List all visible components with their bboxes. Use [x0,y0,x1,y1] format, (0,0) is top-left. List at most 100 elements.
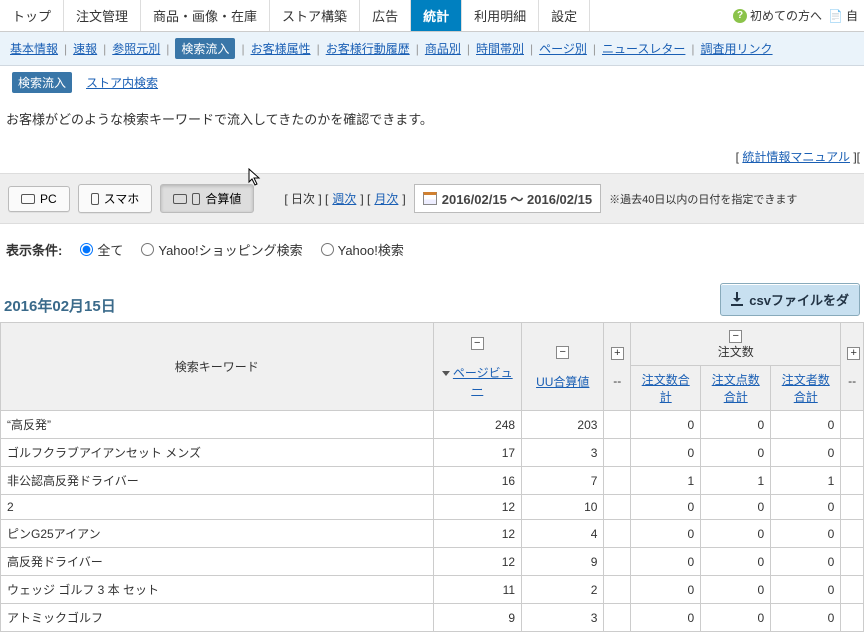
radio-all[interactable]: 全て [80,240,123,259]
cell-ord1: 0 [631,576,701,604]
subnav-item-7[interactable]: 時間帯別 [476,40,524,57]
tab-5[interactable]: 統計 [411,0,462,31]
table-row: “高反発”248203000 [1,411,864,439]
subnav-item-1[interactable]: 速報 [73,40,97,57]
tab-3[interactable]: ストア構築 [270,0,360,31]
plus-icon[interactable]: + [847,347,860,360]
top-nav: トップ注文管理商品・画像・在庫ストア構築広告統計利用明細設定 ?初めての方へ 📄… [0,0,864,32]
cell-ord3: 0 [771,520,841,548]
link-weekly[interactable]: 週次 [332,190,356,207]
cell-keyword: ピンG25アイアン [1,520,434,548]
cell-blank [604,548,631,576]
cell-ord2: 0 [701,520,771,548]
cell-pv: 12 [433,495,522,520]
table-row: 21210000 [1,495,864,520]
btn-csv-download[interactable]: csvファイルをダ [720,283,860,316]
cell-blank [841,439,864,467]
phone-icon [192,193,200,205]
cell-ord1: 0 [631,411,701,439]
cell-uu: 9 [522,548,604,576]
table-row: ウェッジ ゴルフ 3 本 セット112000 [1,576,864,604]
plus-icon[interactable]: + [611,347,624,360]
cell-ord3: 0 [771,576,841,604]
cell-pv: 248 [433,411,522,439]
cell-pv: 16 [433,467,522,495]
cell-pv: 12 [433,520,522,548]
tab-2[interactable]: 商品・画像・在庫 [141,0,270,31]
cell-keyword: ゴルフクラブアイアンセット メンズ [1,439,434,467]
minus-icon[interactable]: − [556,346,569,359]
link-monthly[interactable]: 月次 [374,190,398,207]
cell-keyword: 高反発ドライバー [1,548,434,576]
date-range-picker[interactable]: 2016/02/15 ～ 2016/02/15 [414,184,601,213]
cell-blank [841,495,864,520]
cell-pv: 17 [433,439,522,467]
th-uu[interactable]: −UU合算値 [522,323,604,411]
cell-blank [604,520,631,548]
th-order-items[interactable]: 注文点数合計 [701,366,771,411]
th-pageview[interactable]: −ページビュー [433,323,522,411]
th-keyword: 検索キーワード [1,323,434,411]
subnav-item-5[interactable]: お客様行動履歴 [326,40,410,57]
cell-blank [841,604,864,632]
cell-pv: 12 [433,548,522,576]
cell-blank [604,411,631,439]
link-auto[interactable]: 📄 自 [828,7,858,24]
cell-keyword: “高反発” [1,411,434,439]
cell-ord2: 0 [701,495,771,520]
link-stats-manual[interactable]: 統計情報マニュアル [742,150,850,164]
cell-ord1: 0 [631,604,701,632]
tab-7[interactable]: 設定 [539,0,590,31]
cell-blank [604,467,631,495]
th-orders-group: −注文数 [631,323,841,366]
table-row: 非公認高反発ドライバー167111 [1,467,864,495]
thirdnav-item-1[interactable]: ストア内検索 [86,74,158,91]
radio-yshopping[interactable]: Yahoo!ショッピング検索 [141,240,302,259]
btn-smartphone[interactable]: スマホ [78,184,153,213]
cell-blank [604,604,631,632]
subnav-item-8[interactable]: ページ別 [539,40,587,57]
cell-uu: 2 [522,576,604,604]
cell-ord3: 0 [771,604,841,632]
cell-blank [841,411,864,439]
tab-1[interactable]: 注文管理 [64,0,141,31]
subnav-item-0[interactable]: 基本情報 [10,40,58,57]
minus-icon[interactable]: − [729,330,742,343]
cell-uu: 203 [522,411,604,439]
calendar-icon [423,192,437,205]
cell-ord1: 0 [631,520,701,548]
cell-uu: 7 [522,467,604,495]
subnav-item-9[interactable]: ニュースレター [602,40,685,57]
btn-sum[interactable]: 合算値 [160,184,254,213]
cell-keyword: アトミックゴルフ [1,604,434,632]
thirdnav-item-0[interactable]: 検索流入 [12,72,72,93]
conditions-label: 表示条件: [6,240,62,259]
subnav-item-2[interactable]: 参照元別 [112,40,160,57]
tab-6[interactable]: 利用明細 [462,0,539,31]
th-expand-2[interactable]: +-- [841,323,864,411]
cell-blank [604,495,631,520]
filter-conditions: 表示条件: 全て Yahoo!ショッピング検索 Yahoo!検索 [0,224,864,275]
cell-blank [604,576,631,604]
subnav-item-10[interactable]: 調査用リンク [701,40,773,57]
cell-ord2: 0 [701,411,771,439]
page-description: お客様がどのような検索キーワードで流入してきたのかを確認できます。 [0,99,864,148]
minus-icon[interactable]: − [471,337,484,350]
cell-ord3: 0 [771,548,841,576]
tab-4[interactable]: 広告 [360,0,411,31]
link-beginner[interactable]: ?初めての方へ [733,7,822,24]
phone-icon [91,193,99,205]
cell-ord2: 1 [701,467,771,495]
th-order-count[interactable]: 注文数合計 [631,366,701,411]
cell-keyword: 非公認高反発ドライバー [1,467,434,495]
th-expand-1[interactable]: +-- [604,323,631,411]
cell-blank [841,467,864,495]
th-order-users[interactable]: 注文者数合計 [771,366,841,411]
subnav-item-4[interactable]: お客様属性 [251,40,311,57]
subnav-item-6[interactable]: 商品別 [425,40,461,57]
btn-pc[interactable]: PC [8,186,70,212]
tab-0[interactable]: トップ [0,0,64,31]
subnav-item-3[interactable]: 検索流入 [175,38,235,59]
info-links: [ 統計情報マニュアル ][ [0,148,864,173]
radio-ysearch[interactable]: Yahoo!検索 [321,240,404,259]
